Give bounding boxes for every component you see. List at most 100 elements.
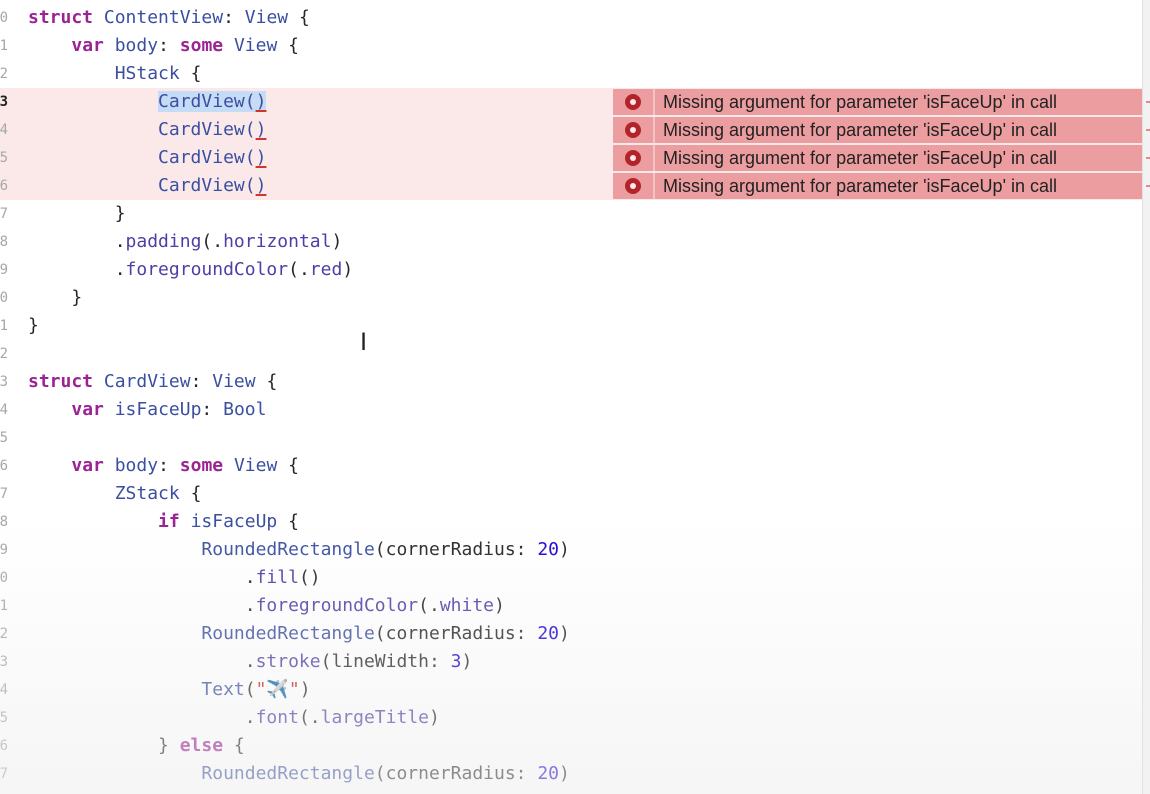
code-text: RoundedRectangle(cornerRadius: 20) <box>28 536 570 564</box>
vertical-scrollbar[interactable] <box>1142 0 1150 794</box>
code-line[interactable]: 5 <box>0 424 1142 452</box>
code-line[interactable]: 0 struct ContentView: View { <box>0 4 1142 32</box>
code-token: 20 <box>537 539 560 560</box>
line-number: 7 <box>0 206 8 222</box>
code-text: } else { <box>28 732 245 760</box>
code-token: isFaceUp <box>190 511 278 532</box>
code-line[interactable]: 5 .font(.largeTitle) <box>0 704 1142 732</box>
code-token: } <box>28 735 180 756</box>
code-token: (. <box>418 595 440 616</box>
code-line[interactable]: 6 } else { <box>0 732 1142 760</box>
code-token: "✈️" <box>255 679 300 700</box>
code-token: View <box>212 371 256 392</box>
code-token: CardView <box>103 371 191 392</box>
error-message[interactable]: Missing argument for parameter 'isFaceUp… <box>613 89 1142 115</box>
code-token: ) <box>429 707 440 728</box>
code-line[interactable]: 1 var body: some View { <box>0 32 1142 60</box>
error-circle-icon[interactable] <box>625 150 641 166</box>
code-text: struct CardView: View { <box>28 368 277 396</box>
code-line[interactable]: 6 var body: some View { <box>0 452 1142 480</box>
code-token: 20 <box>537 623 560 644</box>
code-text: HStack { <box>28 60 202 88</box>
code-line[interactable]: 2 RoundedRectangle(cornerRadius: 20) <box>0 620 1142 648</box>
code-line[interactable]: 4 var isFaceUp: Bool <box>0 396 1142 424</box>
code-line[interactable]: 4 Text("✈️") <box>0 676 1142 704</box>
code-token: RoundedRectangle <box>201 539 375 560</box>
code-text: struct ContentView: View { <box>28 4 310 32</box>
scrollbar-error-marker <box>1146 185 1150 187</box>
code-line[interactable]: 0 } <box>0 284 1142 312</box>
code-token: ContentView <box>103 7 224 28</box>
code-line[interactable]: 9 .foregroundColor(.red) <box>0 256 1142 284</box>
error-circle-icon[interactable] <box>625 178 641 194</box>
code-token: CardView( <box>158 147 256 168</box>
code-token: (. <box>201 231 224 252</box>
code-text: .fill() <box>28 564 321 592</box>
code-line[interactable]: 1} <box>0 312 1142 340</box>
line-number: 1 <box>0 598 8 614</box>
error-circle-icon[interactable] <box>625 122 641 138</box>
code-line[interactable]: 2 HStack { <box>0 60 1142 88</box>
code-token: (lineWidth: <box>320 651 451 672</box>
line-number: 5 <box>0 710 8 726</box>
code-token: ) <box>559 623 570 644</box>
code-token: some <box>179 35 234 56</box>
code-token: . <box>28 595 256 616</box>
error-circle-icon[interactable] <box>625 94 641 110</box>
code-line[interactable]: 0 .fill() <box>0 564 1142 592</box>
code-line[interactable]: 7 } <box>0 200 1142 228</box>
code-token: ) <box>299 679 311 700</box>
code-text: Text("✈️") <box>28 676 311 704</box>
code-token: padding <box>125 231 202 252</box>
code-line[interactable]: 7 RoundedRectangle(cornerRadius: 20) <box>0 760 1142 788</box>
code-token: View <box>233 455 278 476</box>
code-line[interactable]: 9 RoundedRectangle(cornerRadius: 20) <box>0 536 1142 564</box>
code-token: ) <box>255 91 267 112</box>
error-icon-cell[interactable] <box>613 117 655 143</box>
code-line[interactable]: 1 .foregroundColor(.white) <box>0 592 1142 620</box>
code-token: ) <box>255 175 267 196</box>
code-token: some <box>179 455 234 476</box>
code-line[interactable]: 8 if isFaceUp { <box>0 508 1142 536</box>
code-token: } <box>28 315 39 336</box>
code-token: body <box>114 455 159 476</box>
code-token: ) <box>559 539 570 560</box>
code-token: : <box>201 399 224 420</box>
code-token: var <box>71 399 115 420</box>
error-icon-cell[interactable] <box>613 89 655 115</box>
code-token: HStack <box>114 63 180 84</box>
code-text: CardView() <box>28 172 266 200</box>
code-line[interactable]: 2 <box>0 340 1142 368</box>
code-line[interactable]: 7 ZStack { <box>0 480 1142 508</box>
code-token: font <box>255 707 299 728</box>
code-text: var isFaceUp: Bool <box>28 396 266 424</box>
code-token: largeTitle <box>320 707 429 728</box>
code-line[interactable]: 3 .stroke(lineWidth: 3) <box>0 648 1142 676</box>
line-number: 3 <box>0 374 8 390</box>
line-number: 8 <box>0 234 8 250</box>
code-editor[interactable]: 0 struct ContentView: View {1 var body: s… <box>0 0 1150 794</box>
code-text: } <box>28 284 82 312</box>
code-text: } <box>28 200 126 228</box>
code-text: .foregroundColor(.red) <box>28 256 353 284</box>
code-line[interactable]: 3 struct CardView: View { <box>0 368 1142 396</box>
code-token: (. <box>298 707 321 728</box>
error-icon-cell[interactable] <box>613 173 655 199</box>
code-line[interactable]: 8 .padding(.horizontal) <box>0 228 1142 256</box>
code-token: struct <box>28 371 104 392</box>
code-token: ) <box>342 259 354 280</box>
error-message[interactable]: Missing argument for parameter 'isFaceUp… <box>613 173 1142 199</box>
code-token: . <box>28 231 126 252</box>
error-message[interactable]: Missing argument for parameter 'isFaceUp… <box>613 145 1142 171</box>
line-number: 0 <box>0 290 8 306</box>
error-message[interactable]: Missing argument for parameter 'isFaceUp… <box>613 117 1142 143</box>
line-number: 4 <box>0 682 8 698</box>
line-number: 2 <box>0 626 8 642</box>
error-icon-cell[interactable] <box>613 145 655 171</box>
text-cursor-icon: I <box>360 328 368 356</box>
code-token: View <box>244 7 289 28</box>
